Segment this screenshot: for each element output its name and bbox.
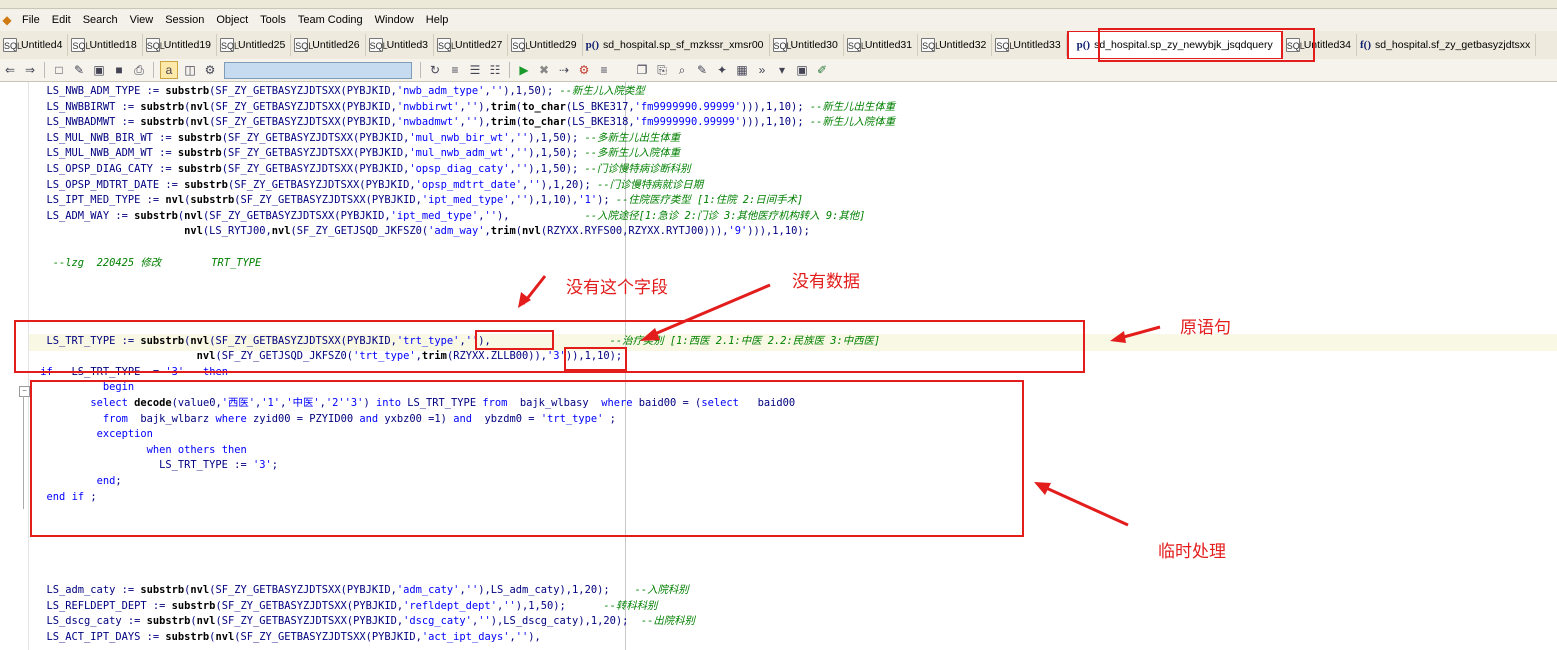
arrow-temporary [1043,485,1129,527]
annotation-no-data: 没有数据 [792,272,860,292]
annotation-no-field: 没有这个字段 [566,278,668,298]
arrow-original [1119,325,1161,340]
annotation-arrows [518,275,1161,527]
arrow-original-head [1110,331,1126,343]
annotation-original-statement: 原语句 [1180,318,1231,338]
annotation-temporary-fix: 临时处理 [1158,542,1226,562]
arrow-no-data-head [640,328,660,341]
arrow-no-data [649,283,771,338]
